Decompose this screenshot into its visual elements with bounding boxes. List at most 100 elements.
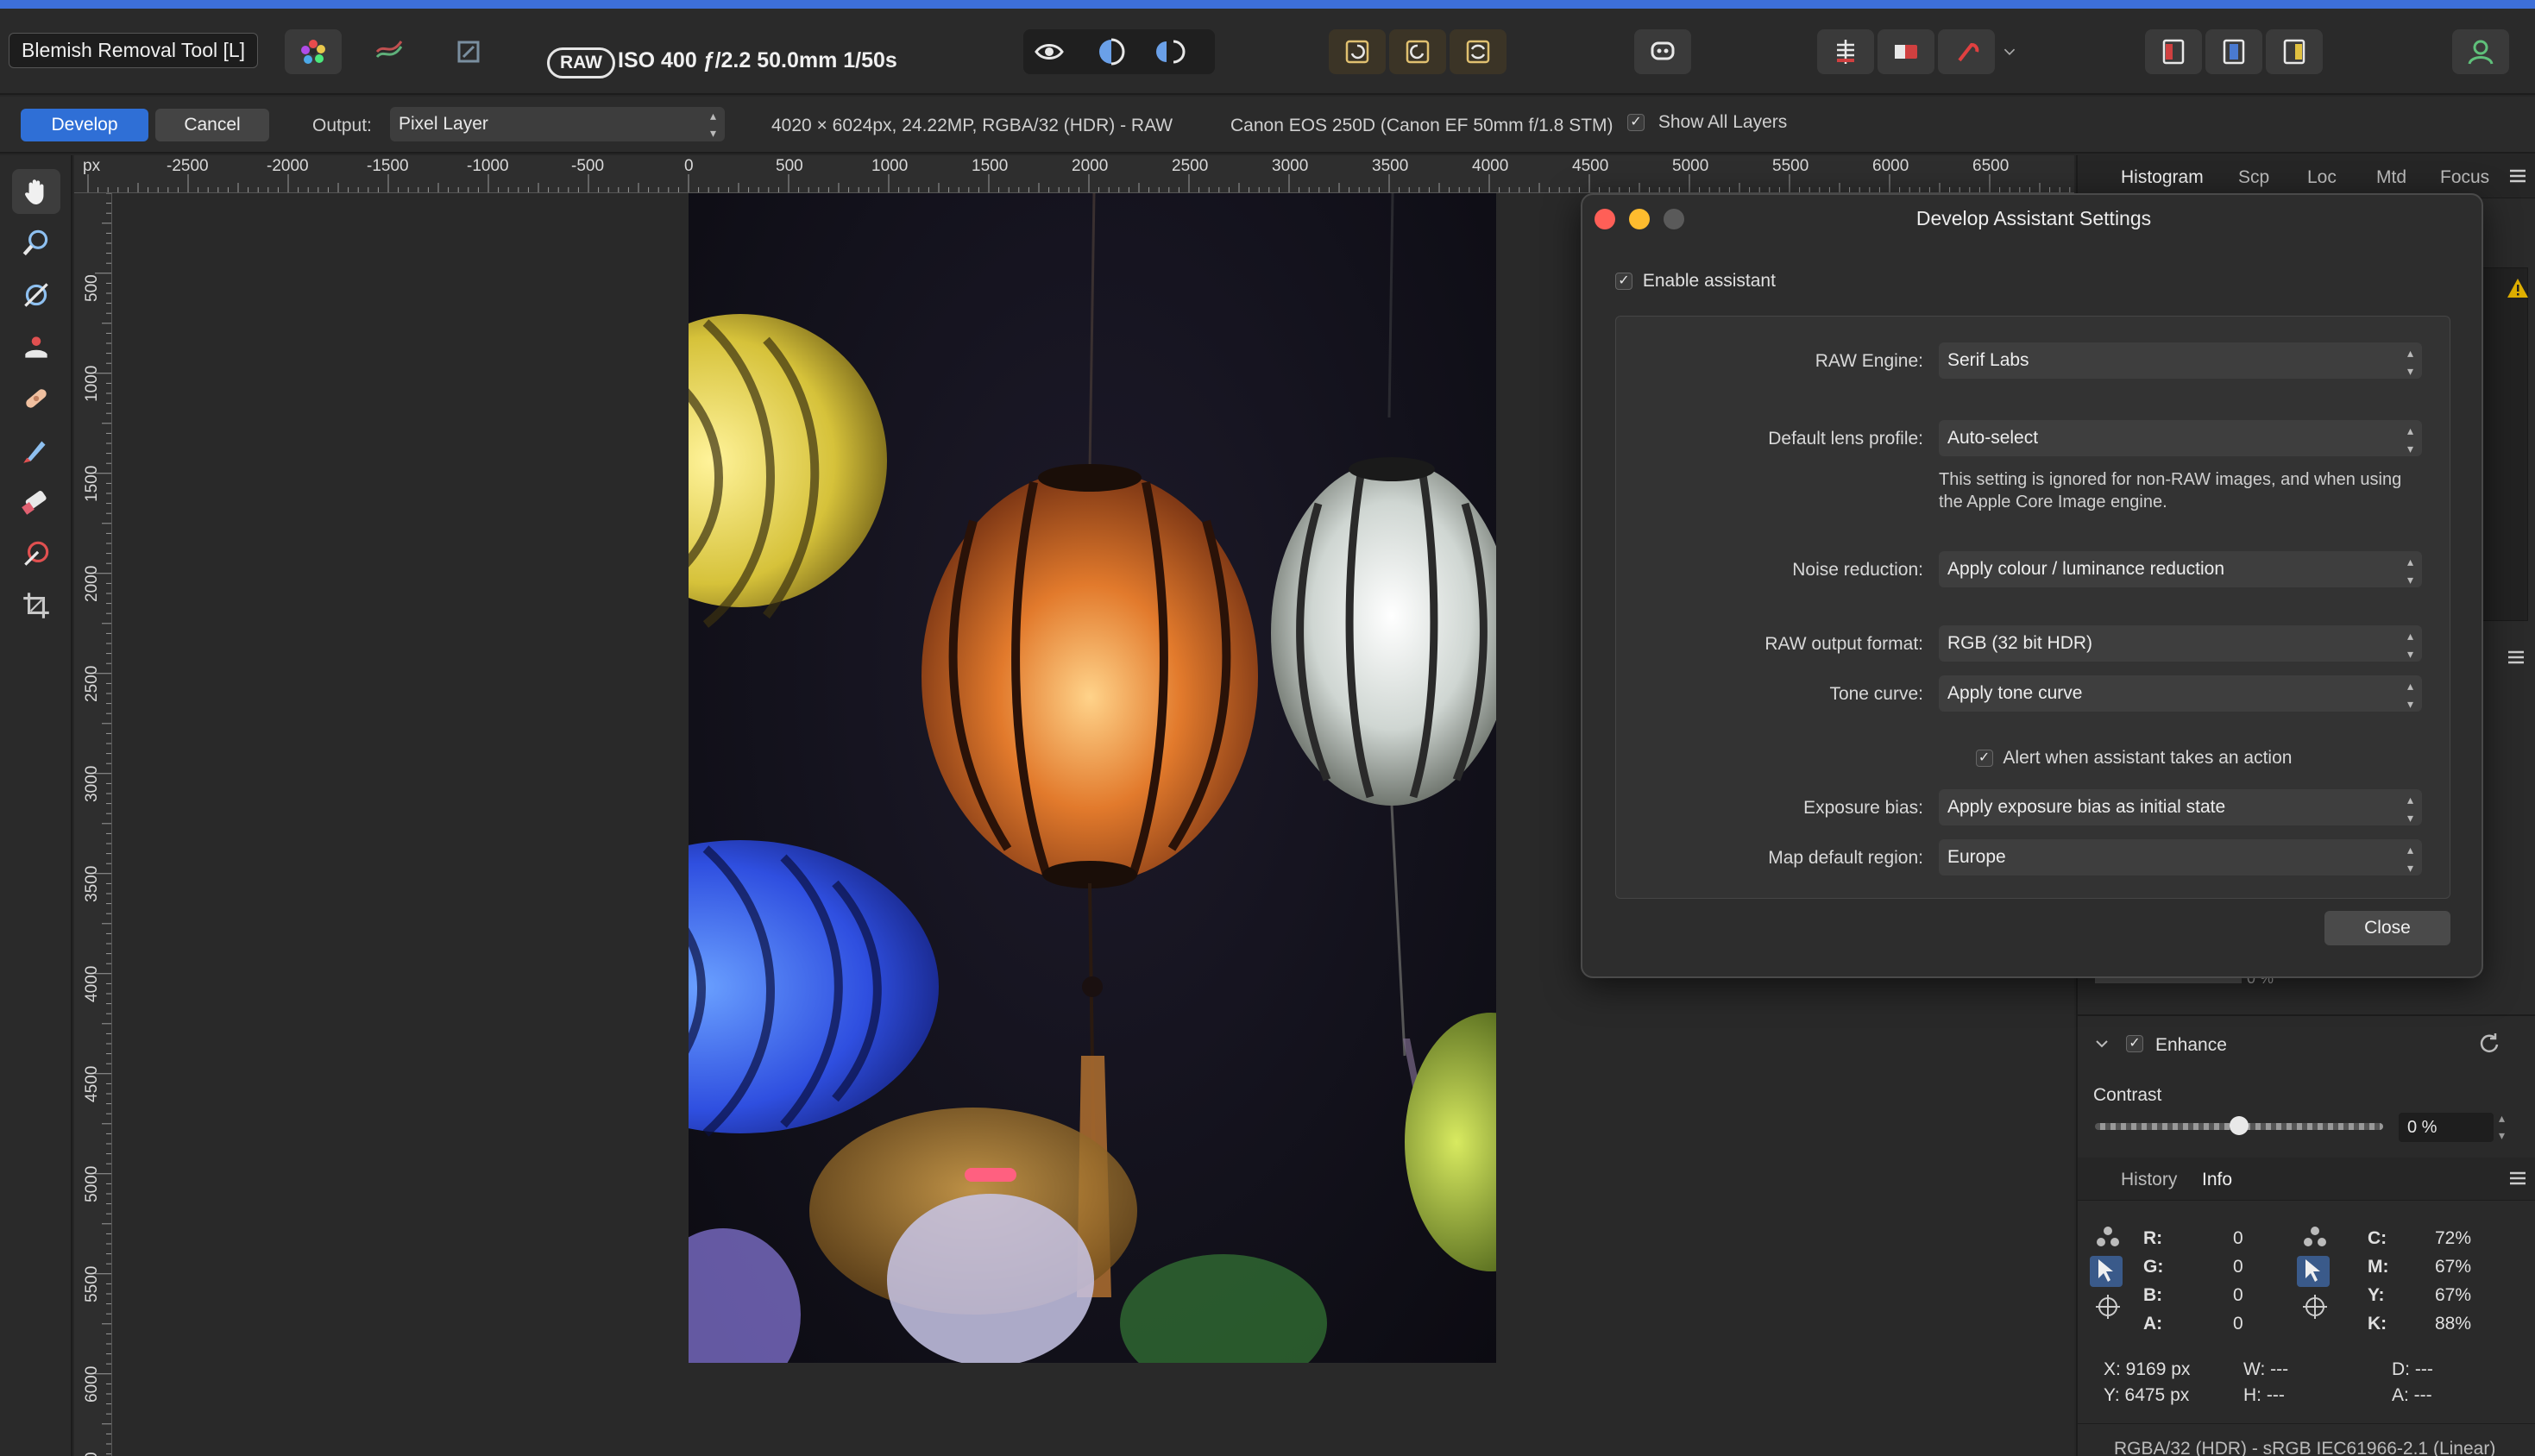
crosshair-icon[interactable] xyxy=(2093,1292,2123,1321)
lantern-photo-image xyxy=(689,193,1496,1363)
cursor-arrow-icon xyxy=(2305,1259,2320,1282)
clipping-highlights-icon[interactable] xyxy=(1878,29,1934,74)
rotate-left-button[interactable] xyxy=(1329,29,1386,74)
persona-develop-icon[interactable] xyxy=(285,29,342,74)
studio-panel-right-icon[interactable] xyxy=(2266,29,2323,74)
raw-output-format-label: RAW output format: xyxy=(1764,634,1923,654)
info-cmyk-value: 88% xyxy=(2435,1314,2472,1334)
panel-menu-icon[interactable] xyxy=(2507,166,2528,186)
contrast-label: Contrast xyxy=(2093,1085,2162,1105)
tab-focus[interactable]: Focus xyxy=(2440,167,2489,188)
ruler-label-vertical: 2000 xyxy=(83,565,101,602)
ruler-label: 0 xyxy=(684,157,694,175)
split-view-icon[interactable] xyxy=(1096,36,1127,72)
persona-export-icon[interactable] xyxy=(440,29,497,74)
info-rgb-key: B: xyxy=(2143,1285,2163,1305)
pointer-mode-button-2[interactable] xyxy=(2297,1256,2330,1287)
clipping-tones-icon[interactable] xyxy=(1938,29,1995,74)
hand-tool-icon[interactable] xyxy=(12,169,60,214)
tab-scope[interactable]: Scp xyxy=(2238,167,2269,188)
tab-metadata[interactable]: Mtd xyxy=(2376,167,2406,188)
chevron-down-icon[interactable] xyxy=(2093,1035,2110,1052)
view-eye-icon[interactable] xyxy=(1034,36,1065,72)
exif-summary: ISO 400 ƒ/2.2 50.0mm 1/50s xyxy=(618,48,897,72)
map-region-select[interactable]: Europe ▴ ▾ xyxy=(1939,839,2422,875)
enhance-checkbox[interactable]: ✓ xyxy=(2126,1035,2143,1052)
tone-curve-select[interactable]: Apply tone curve ▴ ▾ xyxy=(1939,675,2422,712)
overlay-gradient-tool-icon[interactable] xyxy=(12,531,60,576)
panel-menu-icon-2[interactable] xyxy=(2506,647,2526,668)
enable-assistant-checkbox[interactable]: ✓ xyxy=(1615,273,1632,291)
tab-histogram[interactable]: Histogram xyxy=(2121,167,2204,188)
ruler-label-vertical: 5500 xyxy=(83,1265,101,1302)
window-accent-line xyxy=(0,0,2535,9)
mirror-view-icon[interactable] xyxy=(1154,36,1186,72)
ruler-label: 3000 xyxy=(1272,157,1309,175)
checkbox-checked-icon[interactable]: ✓ xyxy=(1627,114,1645,132)
zoom-tool-icon[interactable] xyxy=(12,221,60,266)
noise-reduction-select[interactable]: Apply colour / luminance reduction ▴ ▾ xyxy=(1939,551,2422,587)
info-cmyk-value: 67% xyxy=(2435,1285,2472,1305)
studio-panel-center-icon[interactable] xyxy=(2205,29,2262,74)
tab-info[interactable]: Info xyxy=(2202,1170,2232,1190)
cancel-button[interactable]: Cancel xyxy=(155,109,269,141)
assistant-icon[interactable] xyxy=(1634,29,1691,74)
enable-assistant-toggle[interactable]: ✓ Enable assistant xyxy=(1615,271,1776,292)
ruler-label-vertical: 2500 xyxy=(83,665,101,702)
red-eye-tool-icon[interactable] xyxy=(12,324,60,369)
updown-arrows-icon: ▴ ▾ xyxy=(2406,679,2413,711)
close-button[interactable]: Close xyxy=(2324,911,2450,945)
raw-output-format-select[interactable]: RGB (32 bit HDR) ▴ ▾ xyxy=(1939,625,2422,662)
lens-profile-select[interactable]: Auto-select ▴ ▾ xyxy=(1939,420,2422,456)
clipping-shadows-icon[interactable] xyxy=(1817,29,1874,74)
ruler-label: 6500 xyxy=(1972,157,2010,175)
image-info: 4020 × 6024px, 24.22MP, RGBA/32 (HDR) - … xyxy=(771,116,1173,135)
alert-toggle[interactable]: ✓ Alert when assistant takes an action xyxy=(1892,748,2375,769)
chevron-down-icon[interactable] xyxy=(1998,29,2021,74)
distance: D: --- xyxy=(2392,1359,2433,1379)
panel-menu-icon-3[interactable] xyxy=(2507,1168,2528,1189)
develop-button[interactable]: Develop xyxy=(21,109,148,141)
crop-tool-icon[interactable] xyxy=(12,583,60,628)
color-sample-icon xyxy=(2097,1227,2119,1246)
white-balance-tool-icon[interactable] xyxy=(12,273,60,317)
ruler-label: -1000 xyxy=(467,157,509,175)
blemish-removal-tool-icon[interactable] xyxy=(12,376,60,421)
contrast-value-field[interactable]: 0 % xyxy=(2399,1113,2494,1142)
tone-curve-value: Apply tone curve xyxy=(1947,683,2083,703)
alert-checkbox[interactable]: ✓ xyxy=(1975,750,1993,768)
flip-button[interactable] xyxy=(1450,29,1507,74)
vertical-ruler[interactable]: 500 1000 1500 2000 2500 3000 3500 4000 4500 5000 5… xyxy=(74,193,112,1456)
tab-location[interactable]: Loc xyxy=(2307,167,2337,188)
lens-profile-note: This setting is ignored for non-RAW imag… xyxy=(1939,470,2402,511)
output-label: Output: xyxy=(312,116,372,135)
studio-panel-left-icon[interactable] xyxy=(2145,29,2202,74)
overlay-paint-tool-icon[interactable] xyxy=(12,428,60,473)
crosshair-icon-2[interactable] xyxy=(2300,1292,2330,1321)
raw-engine-select[interactable]: Serif Labs ▴ ▾ xyxy=(1939,342,2422,379)
exposure-bias-value: Apply exposure bias as initial state xyxy=(1947,797,2226,817)
rotate-right-button[interactable] xyxy=(1389,29,1446,74)
exposure-bias-select[interactable]: Apply exposure bias as initial state ▴ ▾ xyxy=(1939,789,2422,825)
ruler-label: 4500 xyxy=(1572,157,1609,175)
raw-badge: RAW xyxy=(547,47,615,78)
contrast-slider-thumb[interactable] xyxy=(2230,1116,2249,1135)
enable-assistant-label: Enable assistant xyxy=(1642,271,1776,291)
hidden-slider-track[interactable] xyxy=(2095,978,2242,983)
user-account-icon[interactable] xyxy=(2452,29,2509,74)
persona-tone-mapping-icon[interactable] xyxy=(361,29,418,74)
overlay-erase-tool-icon[interactable] xyxy=(12,480,60,524)
pointer-mode-button[interactable] xyxy=(2090,1256,2123,1287)
raw-engine-label: RAW Engine: xyxy=(1815,351,1923,371)
horizontal-ruler[interactable]: px -2500 -2000 -1500 -1000 -500 0 500 1000 1500 2… xyxy=(74,155,2074,193)
color-sample-icon-2 xyxy=(2304,1227,2326,1246)
ruler-label-vertical: 0 xyxy=(83,1427,102,1456)
show-all-layers-toggle[interactable]: ✓ Show All Layers xyxy=(1627,112,1787,133)
output-select[interactable]: Pixel Layer ▴ ▾ xyxy=(390,107,725,141)
lens-profile-value: Auto-select xyxy=(1947,428,2039,448)
tab-history[interactable]: History xyxy=(2121,1170,2177,1190)
ruler-label: 3500 xyxy=(1372,157,1409,175)
reset-icon[interactable] xyxy=(2476,1030,2502,1056)
stepper-icon[interactable]: ▴ ▾ xyxy=(2499,1109,2505,1144)
ruler-label: 1000 xyxy=(871,157,909,175)
